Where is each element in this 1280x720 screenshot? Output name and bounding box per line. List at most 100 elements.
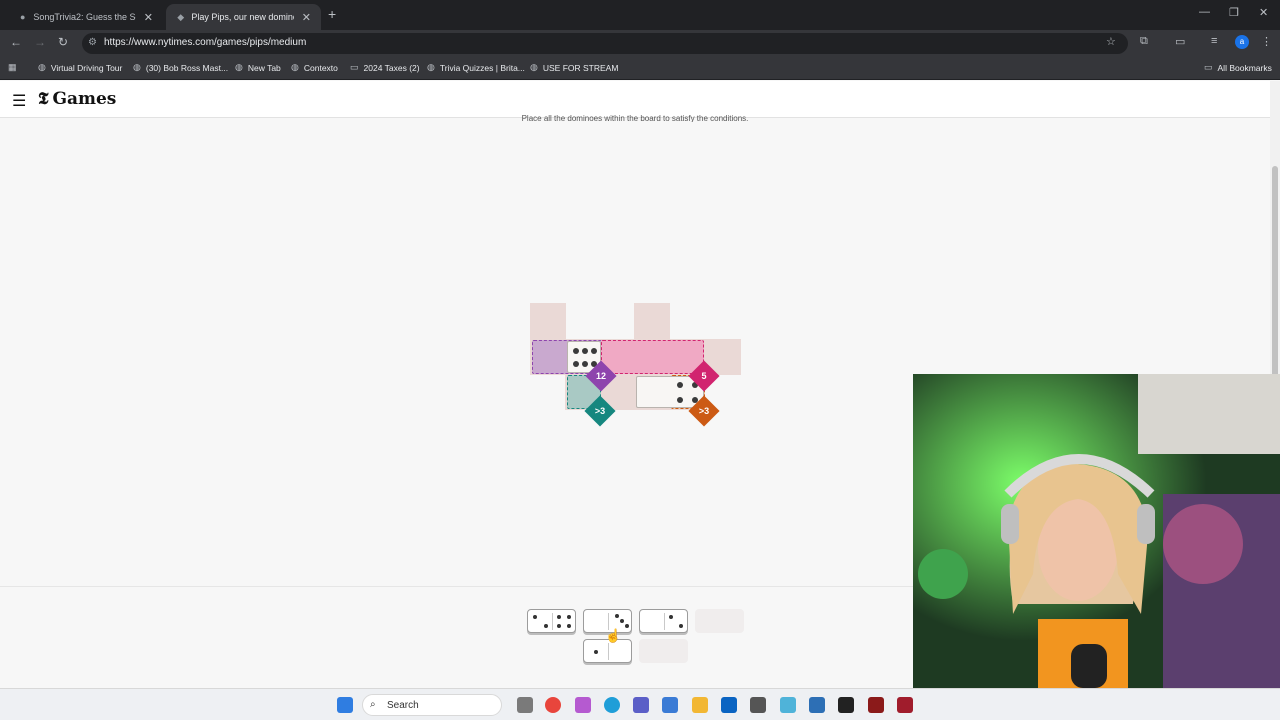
pink-region[interactable] [601,340,704,374]
bookmark-item[interactable]: ◍ New Tab [235,62,281,73]
extensions-icon[interactable]: ⧉ [1140,35,1148,48]
globe-icon: ◍ [530,62,538,72]
globe-icon: ◍ [427,62,435,72]
app-icon[interactable] [897,697,913,713]
m365-icon[interactable] [780,697,796,713]
tray-empty-slot [639,639,688,663]
bookmark-label: Trivia Quizzes | Brita... [439,62,525,73]
tray-domino[interactable] [639,609,688,633]
constraint-label: 5 [701,371,707,381]
constraint-label: 12 [595,371,606,381]
brand-label: Games [52,89,117,109]
teams-icon[interactable] [633,697,649,713]
sum-constraint-badge [585,360,617,392]
new-tab-icon[interactable]: + [328,6,336,22]
nyt-games-header: ☰ 𝕿 Games [0,81,1270,118]
store-icon[interactable] [750,697,766,713]
windows-start-icon[interactable] [337,697,353,713]
board-row[interactable] [565,374,705,410]
orange-region[interactable] [671,375,705,409]
bookmark-label: (30) Bob Ross Mast... [145,62,229,73]
folder-icon: ▭ [350,62,359,72]
mouse-cursor-icon: ☝ [605,628,622,643]
bookmark-item[interactable]: ◍ USE FOR STREAM [530,62,618,73]
constraint-label: >3 [594,406,606,416]
chrome-icon[interactable] [545,697,561,713]
tab-title: Play Pips, our new dominoes ga [191,12,293,22]
apps-grid-icon[interactable]: ▦ [8,62,22,73]
windows-taskbar: ⌕ Search [0,688,1280,720]
bookmark-label: Virtual Driving Tour [50,62,123,73]
teal-region[interactable] [567,375,601,409]
capcut-icon[interactable] [838,697,854,713]
app-icon[interactable] [868,697,884,713]
game-instructions: Place all the dominoes within the board … [521,114,749,122]
cast-icon[interactable]: ▭ [1175,35,1185,48]
photos-icon[interactable] [662,697,678,713]
pips-favicon-icon: ◆ [177,11,185,22]
address-bar[interactable]: ⚙ https://www.nytimes.com/games/pips/med… [82,33,1128,54]
globe-icon: ◍ [38,62,46,72]
close-tab-icon[interactable]: ✕ [144,11,153,24]
reload-icon[interactable]: ↻ [58,35,68,49]
site-info-icon[interactable]: ⚙ [88,37,97,48]
bookmark-label: Contexto [303,62,338,73]
back-icon[interactable]: ← [10,35,22,49]
tray-empty-slot [695,609,744,633]
search-icon: ⌕ [370,699,376,710]
board-cell[interactable] [634,303,670,339]
bookmark-item[interactable]: ◍ Contexto [291,62,338,73]
browser-tab-strip: ● SongTrivia2: Guess the Song Ga ✕ ◆ Pla… [0,0,1280,30]
bookmark-label: 2024 Taxes (2) [363,62,420,73]
folder-icon: ▭ [1204,62,1213,72]
nyt-t-icon: 𝕿 [38,89,49,109]
browser-toolbar: ← → ↻ ⚙ https://www.nytimes.com/games/pi… [0,30,1280,56]
search-label: Search [387,700,419,711]
tray-domino[interactable] [527,609,576,633]
globe-icon: ◍ [235,62,243,72]
media-icon[interactable]: ≡ [1211,35,1217,47]
nyt-games-logo[interactable]: 𝕿 Games [38,89,116,109]
all-bookmarks[interactable]: ▭ All Bookmarks [1204,62,1272,73]
greater-than-constraint-badge [584,395,616,427]
bookmark-item[interactable]: ◍ Trivia Quizzes | Brita... [427,62,525,73]
placed-domino-blank-four[interactable] [636,376,704,408]
restore-icon[interactable]: ❐ [1229,6,1239,19]
sum-constraint-badge [688,360,720,392]
menu-dots-icon[interactable]: ⋮ [1261,35,1272,48]
songtrivia-favicon-icon: ● [19,12,26,22]
all-bookmarks-label: All Bookmarks [1217,62,1272,73]
app-icon[interactable] [809,697,825,713]
hamburger-menu-icon[interactable]: ☰ [12,91,26,111]
file-explorer-icon[interactable] [692,697,708,713]
forward-icon[interactable]: → [34,35,46,49]
greater-than-constraint-badge [688,395,720,427]
url-text[interactable]: https://www.nytimes.com/games/pips/mediu… [104,37,306,48]
copilot-icon[interactable] [575,697,591,713]
placed-domino-half-six[interactable] [567,341,601,373]
board-cell[interactable] [530,303,566,339]
tab-pips[interactable]: ◆ Play Pips, our new dominoes ga ✕ [166,4,321,30]
constraint-label: >3 [698,406,710,416]
profile-avatar[interactable]: a [1235,35,1249,49]
bookmark-label: USE FOR STREAM [542,62,619,73]
bookmark-star-icon[interactable]: ☆ [1106,35,1116,48]
bookmark-item[interactable]: ◍ Virtual Driving Tour [38,62,122,73]
minimize-icon[interactable]: — [1199,6,1210,18]
bookmark-item[interactable]: ▭ 2024 Taxes (2) [350,62,420,73]
board-row[interactable] [530,339,741,375]
purple-region[interactable] [532,340,602,374]
bookmarks-bar: ▦ ◍ Virtual Driving Tour ◍ (30) Bob Ross M… [0,56,1280,80]
webcam-image [913,374,1280,688]
bookmark-item[interactable]: ◍ (30) Bob Ross Mast... [133,62,228,73]
task-view-icon[interactable] [517,697,533,713]
taskbar-search[interactable]: ⌕ Search [362,694,502,716]
close-tab-icon[interactable]: ✕ [302,11,311,24]
edge-icon[interactable] [604,697,620,713]
close-window-icon[interactable]: ✕ [1259,6,1268,19]
tab-songtrivia[interactable]: ● SongTrivia2: Guess the Song Ga ✕ [8,4,163,30]
globe-icon: ◍ [291,62,299,72]
globe-icon: ◍ [133,62,141,72]
bookmark-label: New Tab [247,62,281,73]
outlook-icon[interactable] [721,697,737,713]
